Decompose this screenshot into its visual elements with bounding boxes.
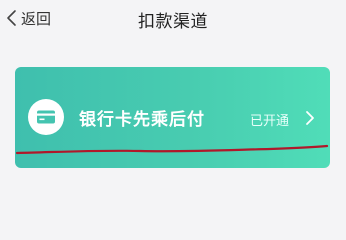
channel-label: 银行卡先乘后付 [79, 110, 205, 130]
bank-card-icon [28, 99, 64, 135]
status-text: 已开通 [249, 114, 289, 129]
bank-card-channel-item[interactable]: 银行卡先乘后付 已开通 [15, 67, 330, 168]
nav-bar: 返回 扣款渠道 [0, 0, 346, 38]
chevron-right-icon [306, 111, 314, 125]
page-title: 扣款渠道 [138, 12, 208, 32]
